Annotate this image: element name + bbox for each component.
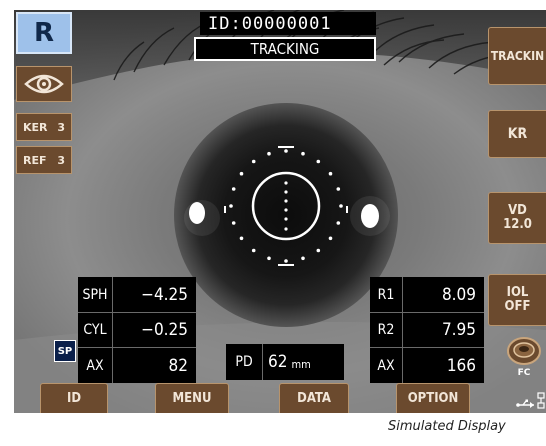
option-button-label: OPTION (407, 391, 459, 406)
sp-badge-text: SP (57, 345, 73, 357)
reticle-dot (229, 204, 233, 208)
reticle-dot (267, 151, 271, 156)
ref-value: 3 (57, 153, 65, 167)
reticle-dot (336, 221, 341, 225)
data-button[interactable]: DATA (279, 383, 349, 413)
id-button-label: ID (66, 391, 82, 406)
iol-button[interactable]: IOL OFF (488, 274, 546, 326)
caption: Simulated Display (388, 419, 506, 434)
pd-value-group: 62 mm (268, 344, 344, 380)
reticle-dot (336, 187, 341, 191)
vd-button-value: 12.0 (503, 217, 532, 232)
ker-label: KER (23, 120, 48, 134)
id-button[interactable]: ID (40, 383, 108, 413)
ref-count-box[interactable]: REF 3 (16, 146, 72, 174)
ker-value: 3 (57, 120, 65, 134)
kerato-axis-label: AX (377, 357, 395, 374)
iol-button-value: OFF (504, 299, 531, 314)
eye-side-indicator[interactable]: R (16, 12, 72, 54)
option-button[interactable]: OPTION (396, 383, 470, 413)
sph-value: −4.25 (141, 284, 188, 305)
ker-count-box[interactable]: KER 3 (16, 113, 72, 141)
vd-button-label: VD (508, 203, 527, 218)
kerato-axis-value: 166 (446, 355, 476, 376)
device-screen: R KER 3 REF 3 ID:00000001 TRACKING TRACK… (14, 10, 546, 413)
fc-label: FC (517, 368, 531, 378)
tracking-button[interactable]: TRACKIN (488, 27, 546, 85)
reticle-dot (231, 221, 236, 225)
reticle-dot (239, 236, 244, 241)
reticle-dot (328, 171, 333, 176)
kr-button[interactable]: KR (488, 110, 546, 158)
r1-label: R1 (377, 286, 395, 303)
tracking-button-label: TRACKIN (490, 49, 545, 63)
eye-icon (24, 74, 64, 94)
kr-button-label: KR (507, 126, 528, 142)
reticle-dot (251, 159, 256, 164)
reticle-dot (339, 204, 343, 208)
refraction-axis-label: AX (86, 357, 104, 374)
r1-value: 8.09 (441, 284, 476, 305)
reticle-dot (284, 149, 288, 153)
sph-label: SPH (82, 286, 108, 303)
keratometry-readout: R1 8.09 R2 7.95 AX 166 (370, 277, 484, 383)
pd-label: PD (235, 354, 253, 370)
menu-button[interactable]: MENU (155, 383, 229, 413)
tracking-status: TRACKING (194, 37, 376, 61)
pd-value: 62 (268, 352, 288, 372)
fc-button[interactable]: FC (504, 336, 544, 384)
reticle-dot (316, 159, 321, 164)
data-button-label: DATA (297, 391, 331, 406)
menu-button-label: MENU (172, 391, 212, 406)
pd-readout: PD 62 mm (226, 344, 344, 380)
pd-unit: mm (291, 357, 311, 371)
eye-view-button[interactable] (16, 66, 72, 102)
vd-button[interactable]: VD 12.0 (488, 192, 546, 244)
iol-button-label: IOL (506, 285, 529, 300)
sp-badge: SP (54, 340, 76, 362)
reticle-dot (251, 248, 256, 253)
reticle-dot (284, 259, 288, 263)
reticle-dot (231, 187, 236, 191)
reticle-dot (239, 171, 244, 176)
tracking-status-text: TRACKING (250, 40, 320, 58)
eye-side-label: R (33, 18, 55, 48)
ref-label: REF (23, 153, 47, 167)
reticle-dot (316, 248, 321, 253)
r2-label: R2 (377, 322, 395, 338)
cyl-label: CYL (83, 322, 107, 338)
r2-value: 7.95 (441, 320, 476, 340)
patient-id-text: ID:00000001 (208, 13, 332, 34)
fc-icon (507, 337, 541, 365)
network-icon (536, 392, 546, 410)
patient-id-display: ID:00000001 (200, 12, 376, 35)
reticle-dot (301, 256, 305, 261)
reticle-dot (301, 151, 305, 156)
reticle-dot (267, 256, 271, 261)
refraction-axis-value: 82 (168, 355, 188, 376)
refraction-readout: SPH −4.25 CYL −0.25 AX 82 (78, 277, 196, 383)
cyl-value: −0.25 (141, 320, 188, 340)
reticle-dot (328, 236, 333, 241)
usb-icon (516, 396, 536, 408)
